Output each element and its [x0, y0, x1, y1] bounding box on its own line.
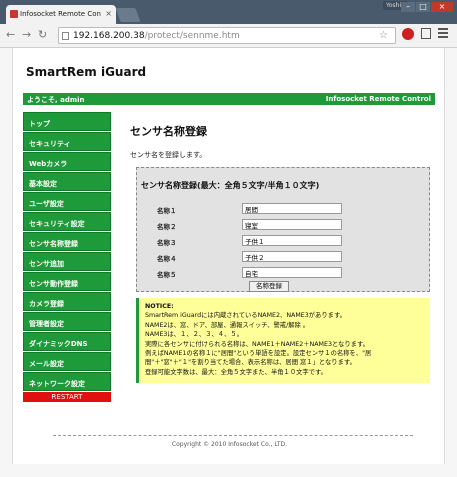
site-title: SmartRem iGuard — [26, 65, 147, 79]
page-title: センサ名称登録 — [130, 125, 207, 138]
notice-line: SmartRem iGuardには内蔵されているNAME2、NAME3があります… — [145, 312, 346, 320]
sidebar-item-network-settings[interactable]: ネットワーク設定 — [23, 372, 111, 391]
sidebar-item-basic-settings[interactable]: 基本設定 — [23, 172, 111, 191]
new-tab-button[interactable] — [115, 8, 141, 22]
notice-line: NAME3は、１、２、３、４、５。 — [145, 331, 243, 339]
header-bar: ようこそ, admin Infosocket Remote Control — [23, 93, 435, 105]
sidebar-item-security-settings[interactable]: セキュリティ設定 — [23, 212, 111, 231]
name-label-2: 名称２ — [157, 223, 177, 231]
sidebar-item-user-settings[interactable]: ユーザ設定 — [23, 192, 111, 211]
sidebar-item-webcamera[interactable]: Webカメラ — [23, 152, 111, 171]
product-name: Infosocket Remote Control — [325, 95, 431, 103]
form-title: センサ名称登録(最大：全角５文字/半角１０文字) — [141, 181, 320, 190]
window-close-button[interactable]: × — [431, 2, 453, 12]
address-bar[interactable]: 192.168.200.38/protect/sennme.htm ☆ — [58, 27, 396, 44]
sidebar-item-sensor-action-registration[interactable]: センサ動作登録 — [23, 272, 111, 291]
name-label-3: 名称３ — [157, 239, 177, 247]
notice-title: NOTICE: — [145, 303, 174, 310]
status-bar — [0, 464, 457, 477]
sidebar-item-admin-settings[interactable]: 管理者設定 — [23, 312, 111, 331]
name-input-4[interactable] — [242, 251, 342, 262]
window-controls: – □ × — [401, 2, 453, 12]
browser-window: Infosocket Remote Con × Yoshie – □ × ← →… — [0, 0, 457, 477]
sidebar-item-dynamic-dns[interactable]: ダイナミックDNS — [23, 332, 111, 351]
tab-title: Infosocket Remote Con — [20, 10, 101, 18]
notice-line: 実際に各センサに付けられる名称は、NAME1＋NAME2＋NAME3となります。 — [145, 340, 369, 348]
back-arrow-icon[interactable]: ← — [6, 28, 15, 41]
sidebar-item-top[interactable]: トップ — [23, 112, 111, 131]
reload-icon[interactable]: ↻ — [38, 28, 47, 41]
extension-red-icon[interactable] — [402, 28, 414, 40]
sidebar-item-security[interactable]: セキュリティ — [23, 132, 111, 151]
maximize-button[interactable]: □ — [416, 2, 430, 12]
name-row-4: 名称４ — [157, 251, 357, 263]
browser-titlebar: Infosocket Remote Con × Yoshie – □ × — [0, 0, 457, 24]
sidebar-item-camera-registration[interactable]: カメラ登録 — [23, 292, 111, 311]
welcome-text: ようこそ, admin — [27, 96, 85, 104]
notice-line: 登録可能文字数は、最大：全角５文字また、半角１０文字です。 — [145, 368, 327, 376]
name-label-1: 名称１ — [157, 207, 177, 215]
extension-download-icon[interactable] — [421, 28, 431, 39]
sidebar-item-sensor-name-registration[interactable]: センサ名称登録 — [23, 232, 111, 251]
sensor-name-form: センサ名称登録(最大：全角５文字/半角１０文字) 名称１ 名称２ 名称３ 名称４… — [136, 167, 430, 292]
name-input-2[interactable] — [242, 219, 342, 230]
name-input-3[interactable] — [242, 235, 342, 246]
name-label-4: 名称４ — [157, 255, 177, 263]
sidebar-item-mail-settings[interactable]: メール設定 — [23, 352, 111, 371]
page-description: センサ名を登録します。 — [130, 151, 207, 159]
notice-line: 間"＋"窓"＋"１"を割り当てた場合、表示名称は、居間 窓１」となります。 — [145, 359, 356, 367]
page-viewport: SmartRem iGuard ようこそ, admin Infosocket R… — [12, 48, 445, 464]
sidebar-item-sensor-add[interactable]: センサ追加 — [23, 252, 111, 271]
browser-toolbar: ← → ↻ 192.168.200.38/protect/sennme.htm … — [0, 24, 457, 48]
register-name-button[interactable]: 名称登録 — [249, 281, 289, 292]
bookmark-star-icon[interactable]: ☆ — [379, 30, 388, 41]
notice-box: NOTICE: SmartRem iGuardには内蔵されているNAME2、NA… — [136, 298, 430, 383]
copyright-text: Copyright © 2010 Infosocket Co., LTD. — [171, 441, 288, 448]
site-favicon-icon — [10, 10, 18, 18]
browser-tab[interactable]: Infosocket Remote Con × — [6, 5, 116, 24]
name-input-1[interactable] — [242, 203, 342, 214]
name-row-1: 名称１ — [157, 203, 357, 215]
url-host: 192.168.200.38 — [73, 31, 145, 41]
browser-menu-icon[interactable] — [438, 28, 448, 38]
page-icon — [62, 32, 69, 40]
name-input-5[interactable] — [242, 267, 342, 278]
url-path: /protect/sennme.htm — [144, 31, 240, 41]
notice-line: NAME2は、窓、ドア、部屋、通報スイッチ、警戒/解除 。 — [145, 321, 310, 329]
name-row-5: 名称５ — [157, 267, 357, 279]
footer-divider — [53, 435, 413, 436]
restart-button[interactable]: RESTART — [23, 392, 111, 402]
sidebar-nav: トップ セキュリティ Webカメラ 基本設定 ユーザ設定 セキュリティ設定 セン… — [23, 112, 111, 402]
name-row-3: 名称３ — [157, 235, 357, 247]
minimize-button[interactable]: – — [401, 2, 415, 12]
forward-arrow-icon[interactable]: → — [22, 28, 31, 41]
name-label-5: 名称５ — [157, 271, 177, 279]
name-row-2: 名称２ — [157, 219, 357, 231]
tab-close-icon[interactable]: × — [105, 9, 112, 18]
notice-line: 例えばNAME1の名称１に"居間"という単語を設定。設定センサ１の名称を、"居 — [145, 350, 372, 358]
